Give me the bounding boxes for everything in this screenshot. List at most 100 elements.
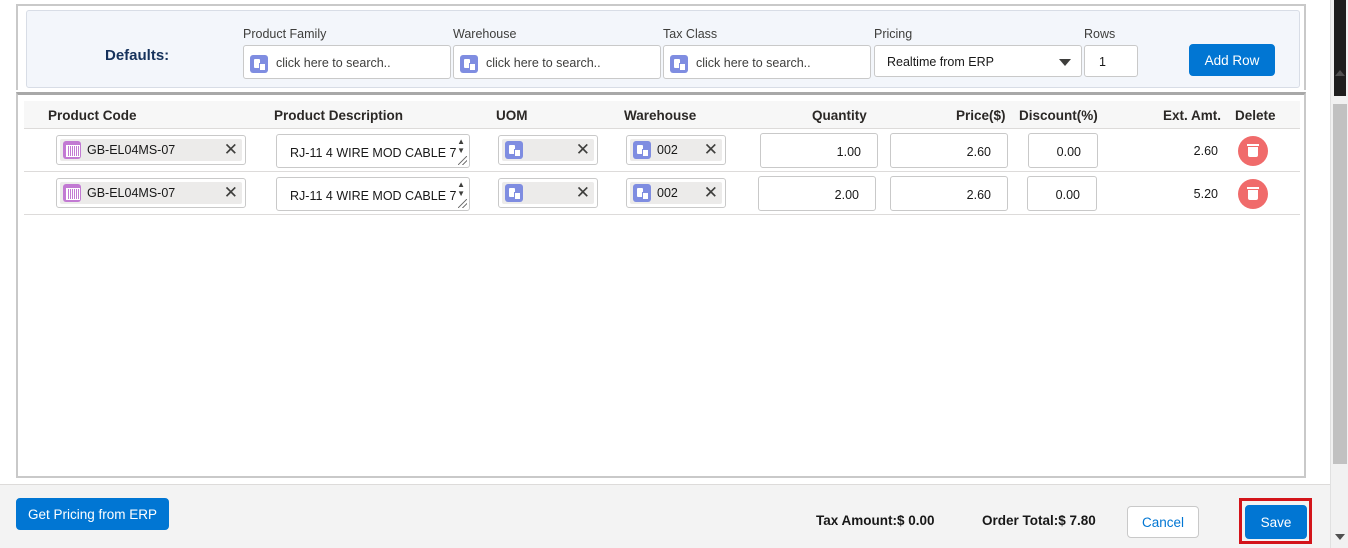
- product-code-lookup[interactable]: GB-EL04MS-07 ✕: [56, 178, 246, 208]
- scrollbar-thumb[interactable]: [1333, 104, 1347, 464]
- header-product-description: Product Description: [274, 108, 404, 123]
- ext-amt-value: 5.20: [1193, 187, 1218, 201]
- resize-handle-icon[interactable]: [458, 156, 467, 165]
- product-icon: [63, 184, 81, 202]
- pricing-select[interactable]: Realtime from ERP: [874, 45, 1082, 77]
- product-code-pill: GB-EL04MS-07 ✕: [60, 182, 242, 204]
- close-icon[interactable]: ✕: [224, 139, 238, 161]
- rows-label: Rows: [1084, 27, 1116, 41]
- header-discount: Discount(%): [1019, 108, 1098, 123]
- rows-input-value: 1: [1099, 55, 1106, 69]
- page-scrollbar[interactable]: [1330, 0, 1348, 548]
- uom-pill: ✕: [502, 139, 594, 161]
- table-row: GB-EL04MS-07 ✕ RJ-11 4 WIRE MOD CABLE 7 …: [24, 172, 1300, 215]
- header-quantity: Quantity: [812, 108, 867, 123]
- header-product-code: Product Code: [48, 108, 137, 123]
- resize-handle-icon[interactable]: [458, 199, 467, 208]
- defaults-panel: Defaults: Product Family Warehouse Tax C…: [26, 10, 1300, 88]
- product-code-lookup[interactable]: GB-EL04MS-07 ✕: [56, 135, 246, 165]
- table-row: GB-EL04MS-07 ✕ RJ-11 4 WIRE MOD CABLE 7 …: [24, 129, 1300, 172]
- uom-pill: ✕: [502, 182, 594, 204]
- discount-input[interactable]: 0.00: [1027, 176, 1097, 211]
- ext-amt-value: 2.60: [1193, 144, 1218, 158]
- price-input[interactable]: 2.60: [890, 133, 1008, 168]
- product-code-value: GB-EL04MS-07: [87, 143, 176, 157]
- order-entry-page: Defaults: Product Family Warehouse Tax C…: [0, 0, 1348, 548]
- header-warehouse: Warehouse: [624, 108, 697, 123]
- product-code-pill: GB-EL04MS-07 ✕: [60, 139, 242, 161]
- warehouse-lookup[interactable]: 002 ✕: [626, 135, 726, 165]
- tax-class-field: Tax Class: [663, 27, 871, 79]
- header-delete: Delete: [1235, 108, 1276, 123]
- add-row-button[interactable]: Add Row: [1189, 44, 1275, 76]
- price-input[interactable]: 2.60: [890, 176, 1008, 211]
- close-icon[interactable]: ✕: [704, 139, 718, 161]
- rows-field: Rows 1: [1084, 27, 1138, 77]
- rows-input[interactable]: 1: [1084, 45, 1138, 77]
- price-value: 2.60: [966, 188, 991, 202]
- product-description-value: RJ-11 4 WIRE MOD CABLE 7: [290, 189, 457, 203]
- tax-class-input[interactable]: [696, 54, 866, 72]
- pricing-field: Pricing Realtime from ERP: [874, 27, 1082, 77]
- warehouse-lookup[interactable]: 002 ✕: [626, 178, 726, 208]
- warehouse-value: 002: [657, 143, 678, 157]
- lookup-icon: [670, 55, 688, 73]
- warehouse-icon: [633, 184, 651, 202]
- delete-row-button[interactable]: [1238, 179, 1268, 209]
- order-total: Order Total:$ 7.80: [982, 513, 1096, 528]
- uom-icon: [505, 141, 523, 159]
- product-description-textarea[interactable]: RJ-11 4 WIRE MOD CABLE 7 ▲ ▼: [276, 134, 470, 168]
- product-family-input[interactable]: [276, 54, 446, 72]
- scroll-up-icon[interactable]: [1335, 70, 1345, 76]
- footer-bar: Get Pricing from ERP Tax Amount:$ 0.00 O…: [0, 484, 1330, 548]
- close-icon[interactable]: ✕: [224, 182, 238, 204]
- close-icon[interactable]: ✕: [576, 182, 590, 204]
- discount-input[interactable]: 0.00: [1028, 133, 1098, 168]
- product-icon: [63, 141, 81, 159]
- spinner-icon[interactable]: ▲ ▼: [457, 137, 465, 155]
- uom-lookup[interactable]: ✕: [498, 135, 598, 165]
- defaults-panel-wrapper: Defaults: Product Family Warehouse Tax C…: [16, 4, 1306, 90]
- warehouse-lookup[interactable]: [453, 45, 661, 79]
- quantity-input[interactable]: 2.00: [758, 176, 876, 211]
- scroll-down-icon[interactable]: [1335, 534, 1345, 540]
- cancel-button[interactable]: Cancel: [1127, 506, 1199, 538]
- product-code-value: GB-EL04MS-07: [87, 186, 176, 200]
- line-items-table: Product Code Product Description UOM War…: [16, 92, 1306, 478]
- header-ext-amt: Ext. Amt.: [1163, 108, 1222, 123]
- warehouse-pill: 002 ✕: [630, 182, 722, 204]
- table-header: Product Code Product Description UOM War…: [24, 101, 1300, 129]
- warehouse-input[interactable]: [486, 54, 656, 72]
- lookup-icon: [460, 55, 478, 73]
- product-description-value: RJ-11 4 WIRE MOD CABLE 7: [290, 146, 457, 160]
- spinner-icon[interactable]: ▲ ▼: [457, 180, 465, 198]
- product-family-lookup[interactable]: [243, 45, 451, 79]
- quantity-value: 1.00: [836, 145, 861, 159]
- delete-row-button[interactable]: [1238, 136, 1268, 166]
- warehouse-field: Warehouse: [453, 27, 661, 79]
- quantity-value: 2.00: [834, 188, 859, 202]
- product-family-label: Product Family: [243, 27, 327, 41]
- warehouse-label: Warehouse: [453, 27, 517, 41]
- scrollbar-track-top: [1334, 0, 1346, 96]
- price-value: 2.60: [966, 145, 991, 159]
- warehouse-value: 002: [657, 186, 678, 200]
- warehouse-pill: 002 ✕: [630, 139, 722, 161]
- discount-value: 0.00: [1055, 188, 1080, 202]
- uom-lookup[interactable]: ✕: [498, 178, 598, 208]
- tax-class-lookup[interactable]: [663, 45, 871, 79]
- product-description-textarea[interactable]: RJ-11 4 WIRE MOD CABLE 7 ▲ ▼: [276, 177, 470, 211]
- save-highlight-box: [1239, 498, 1312, 544]
- chevron-down-icon: [1059, 59, 1071, 66]
- lookup-icon: [250, 55, 268, 73]
- uom-icon: [505, 184, 523, 202]
- close-icon[interactable]: ✕: [704, 182, 718, 204]
- get-pricing-button[interactable]: Get Pricing from ERP: [16, 498, 169, 530]
- tax-amount: Tax Amount:$ 0.00: [816, 513, 935, 528]
- pricing-label: Pricing: [874, 27, 913, 41]
- close-icon[interactable]: ✕: [576, 139, 590, 161]
- quantity-input[interactable]: 1.00: [760, 133, 878, 168]
- tax-class-label: Tax Class: [663, 27, 718, 41]
- header-uom: UOM: [496, 108, 528, 123]
- discount-value: 0.00: [1056, 145, 1081, 159]
